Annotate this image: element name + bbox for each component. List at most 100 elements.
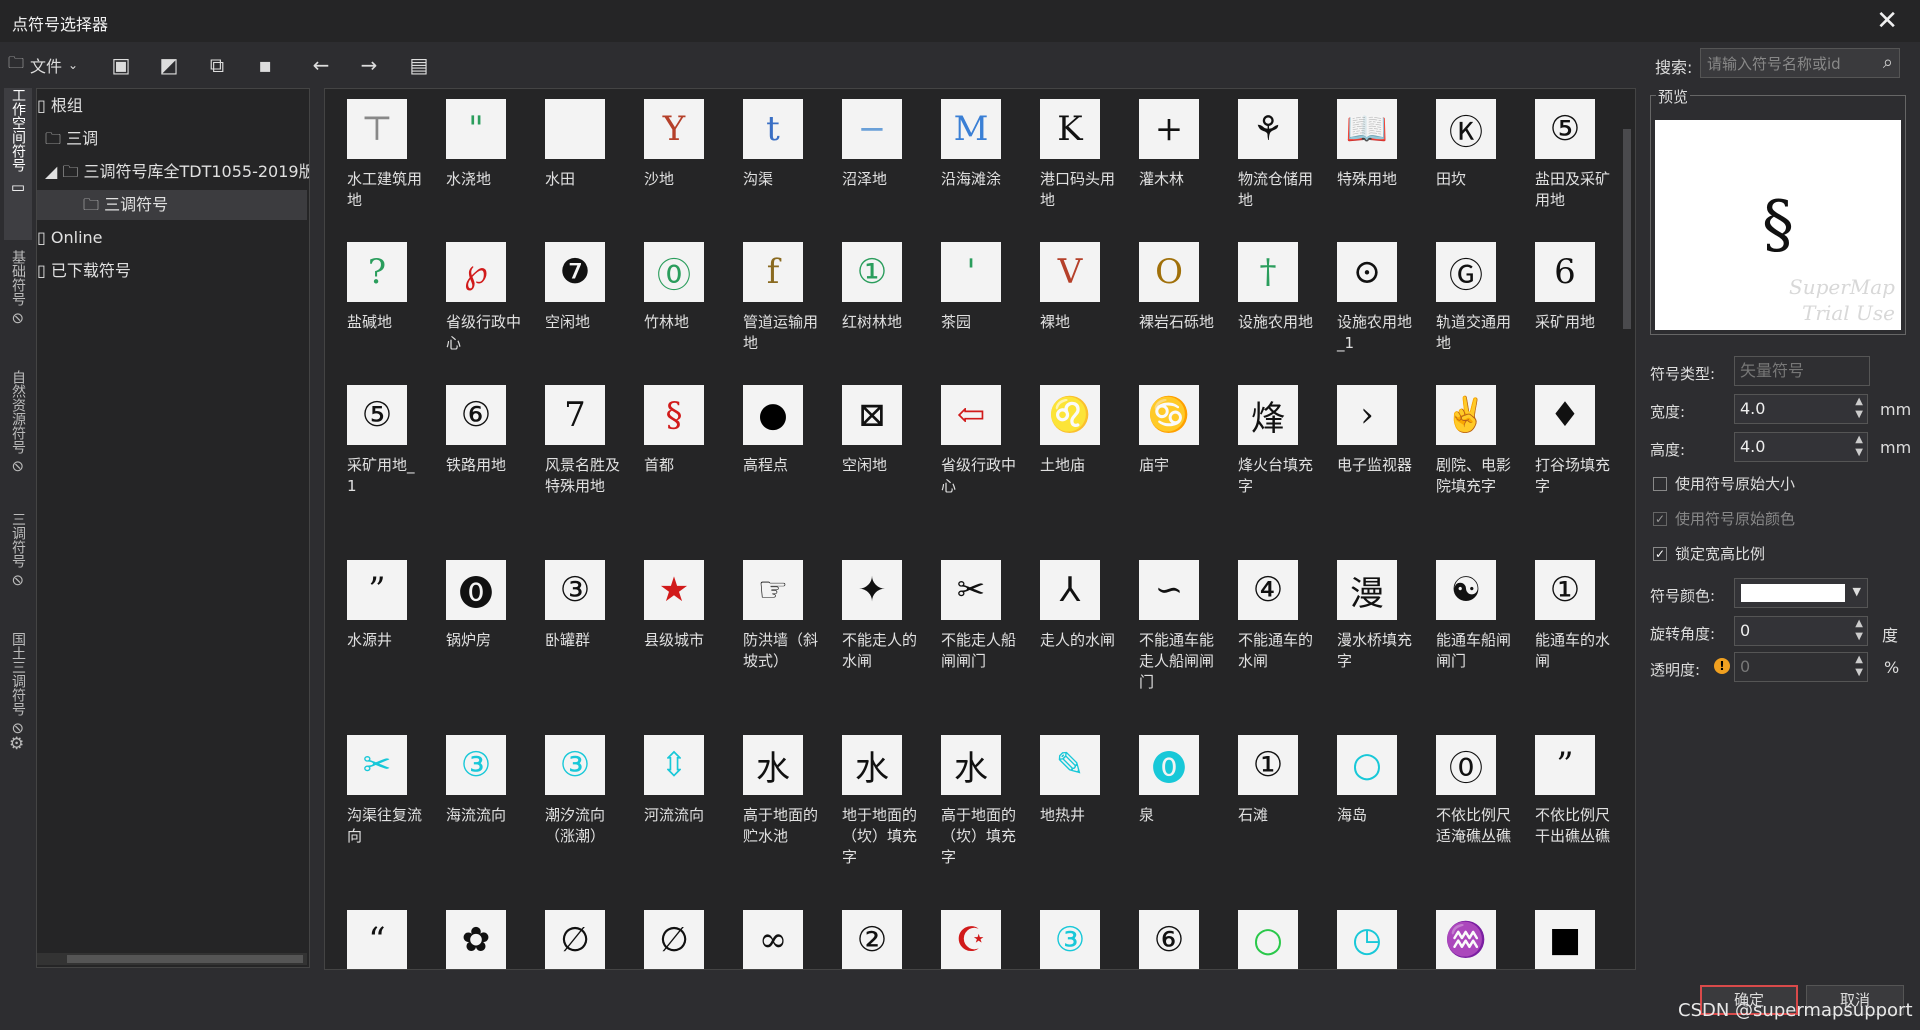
symbol-thumbnail[interactable]: 6 [1535, 242, 1595, 302]
symbol-item[interactable]: ⑥ [1117, 900, 1216, 969]
symbol-thumbnail[interactable]: ① [1535, 560, 1595, 620]
symbol-thumbnail[interactable]: › [1337, 385, 1397, 445]
symbol-thumbnail[interactable]: ④ [1238, 560, 1298, 620]
symbol-thumbnail[interactable]: ⊤ [347, 99, 407, 159]
symbol-thumbnail[interactable]: 📖 [1337, 99, 1397, 159]
symbol-item[interactable]: 水高于地面的（坎）填充字 [919, 725, 1018, 895]
symbol-thumbnail[interactable]: 水 [743, 735, 803, 795]
symbol-thumbnail[interactable]: ❼ [545, 242, 605, 302]
symbol-thumbnail[interactable]: ■ [1535, 910, 1595, 969]
symbol-item[interactable]: ∅ [622, 900, 721, 969]
symbol-thumbnail[interactable]: ✂ [941, 560, 1001, 620]
symbol-item[interactable]: ■ [1513, 900, 1612, 969]
symbol-item[interactable]: 水地于地面的（坎）填充字 [820, 725, 919, 895]
symbol-thumbnail[interactable]: ∅ [545, 910, 605, 969]
symbol-thumbnail[interactable]: ⑥ [446, 385, 506, 445]
symbol-thumbnail[interactable]: ∽ [1139, 560, 1199, 620]
search-input[interactable] [1705, 52, 1869, 76]
symbol-thumbnail[interactable]: ③ [545, 560, 605, 620]
symbol-thumbnail[interactable]: ⓪ [644, 242, 704, 302]
tree-item-downloaded[interactable]: ▯ 已下载符号 [37, 256, 307, 286]
symbol-thumbnail[interactable]: 烽 [1238, 385, 1298, 445]
symbol-item[interactable]: ✂ 不能走人船闸闸门 [919, 550, 1018, 720]
symbol-item[interactable]: § 首都 [622, 375, 721, 545]
symbol-thumbnail[interactable]: ✎ [1040, 735, 1100, 795]
use-original-size-checkbox[interactable]: 使用符号原始大小 [1653, 473, 1795, 494]
symbol-item[interactable]: ♦ 打谷场填充字 [1513, 375, 1612, 545]
symbol-thumbnail[interactable]: ♒ [1436, 910, 1496, 969]
symbol-thumbnail[interactable]: ∅ [644, 910, 704, 969]
spinner-arrows-icon[interactable]: ▲ ▼ [1855, 617, 1863, 643]
symbol-thumbnail[interactable]: + [1139, 99, 1199, 159]
symbol-thumbnail[interactable]: ☯ [1436, 560, 1496, 620]
symbol-thumbnail[interactable]: ⚘ [1238, 99, 1298, 159]
gear-icon[interactable]: ⚙ [9, 734, 24, 754]
tree-item-root[interactable]: ▯ 根组 [37, 91, 307, 121]
width-spinbox[interactable]: 4.0 ▲ ▼ [1734, 394, 1868, 424]
symbol-thumbnail[interactable]: O [1139, 242, 1199, 302]
symbol-thumbnail[interactable]: ” [347, 560, 407, 620]
vertical-scrollbar[interactable] [1623, 129, 1631, 329]
symbol-thumbnail[interactable]: ♌ [1040, 385, 1100, 445]
lock-ratio-checkbox[interactable]: ✓ 锁定宽高比例 [1653, 543, 1765, 564]
symbol-thumbnail[interactable]: " [446, 99, 506, 159]
edit-symbol-icon[interactable]: ◩ [154, 50, 184, 80]
symbol-thumbnail[interactable]: 水 [941, 735, 1001, 795]
symbol-thumbnail[interactable]: ☞ [743, 560, 803, 620]
symbol-thumbnail[interactable]: ③ [1040, 910, 1100, 969]
symbol-thumbnail[interactable]: ✦ [842, 560, 902, 620]
symbol-thumbnail[interactable]: ○ [1238, 910, 1298, 969]
symbol-thumbnail[interactable]: 7 [545, 385, 605, 445]
symbol-item[interactable]: ✌ 剧院、电影院填充字 [1414, 375, 1513, 545]
symbol-thumbnail[interactable]: ✿ [446, 910, 506, 969]
symbol-thumbnail[interactable]: ★ [644, 560, 704, 620]
symbol-item[interactable]: 7 风景名胜及特殊用地 [523, 375, 622, 545]
symbol-item[interactable]: ⊠ 空闲地 [820, 375, 919, 545]
symbol-thumbnail[interactable] [545, 99, 605, 159]
symbol-item[interactable]: ★ 县级城市 [622, 550, 721, 720]
use-original-color-checkbox[interactable]: ✓ 使用符号原始颜色 [1653, 508, 1795, 529]
symbol-item[interactable]: ⑤ 采矿用地_1 [325, 375, 424, 545]
symbol-item[interactable]: ✿ [424, 900, 523, 969]
symbol-item[interactable]: ③ 潮汐流向（涨潮） [523, 725, 622, 895]
symbol-item[interactable]: ☞ 防洪墙（斜坡式） [721, 550, 820, 720]
symbol-thumbnail[interactable]: M [941, 99, 1001, 159]
symbol-item[interactable]: ♋ 庙宇 [1117, 375, 1216, 545]
symbol-thumbnail[interactable]: ✂ [347, 735, 407, 795]
symbol-thumbnail[interactable]: ⑤ [347, 385, 407, 445]
symbol-thumbnail[interactable]: ⓿ [1139, 735, 1199, 795]
symbol-item[interactable]: ③ 卧罐群 [523, 550, 622, 720]
file-menu-button[interactable]: 🗀 文件 ⌄ [8, 50, 78, 80]
symbol-item[interactable]: ◷ [1315, 900, 1414, 969]
symbol-thumbnail[interactable]: ● [743, 385, 803, 445]
symbol-thumbnail[interactable]: ② [842, 910, 902, 969]
tab-workspace-symbols[interactable]: 工作空间符号 ▭ [4, 88, 32, 240]
chevron-down-icon[interactable]: ▼ [1853, 585, 1861, 598]
symbol-thumbnail[interactable]: ◷ [1337, 910, 1397, 969]
tab-natural-resource-symbols[interactable]: 自然资源符号 ⊘ [4, 370, 32, 502]
symbol-item[interactable]: ⑥ 铁路用地 [424, 375, 523, 545]
symbol-item[interactable]: ④ 不能通车的水闸 [1216, 550, 1315, 720]
symbol-thumbnail[interactable]: ⇦ [941, 385, 1001, 445]
symbol-item[interactable]: ∞ [721, 900, 820, 969]
symbol-thumbnail[interactable]: 漫 [1337, 560, 1397, 620]
symbol-item[interactable]: ③ 海流流向 [424, 725, 523, 895]
symbol-thumbnail[interactable]: † [1238, 242, 1298, 302]
symbol-item[interactable]: ○ 海岛 [1315, 725, 1414, 895]
symbol-item[interactable]: ⅄ 走人的水闸 [1018, 550, 1117, 720]
symbol-thumbnail[interactable]: Ⓖ [1436, 242, 1496, 302]
symbol-item[interactable]: ✎ 地热井 [1018, 725, 1117, 895]
tree-item-sandiao-library[interactable]: ◢ 🗀 三调符号库全TDT1055-2019版 [45, 157, 309, 187]
symbol-item[interactable]: › 电子监视器 [1315, 375, 1414, 545]
symbol-item[interactable]: ⇳ 河流流向 [622, 725, 721, 895]
symbol-item[interactable]: 漫漫水桥填充字 [1315, 550, 1414, 720]
search-icon[interactable]: ⌕ [1883, 52, 1893, 73]
delete-icon[interactable]: ▪ [250, 50, 280, 80]
symbol-thumbnail[interactable]: Ⓚ [1436, 99, 1496, 159]
symbol-thumbnail[interactable]: “ [347, 910, 407, 969]
symbol-thumbnail[interactable]: ⑤ [1535, 99, 1595, 159]
symbol-thumbnail[interactable]: ③ [446, 735, 506, 795]
symbol-thumbnail[interactable]: ⓪ [1436, 735, 1496, 795]
symbol-thumbnail[interactable]: f [743, 242, 803, 302]
symbol-item[interactable]: ① 石滩 [1216, 725, 1315, 895]
